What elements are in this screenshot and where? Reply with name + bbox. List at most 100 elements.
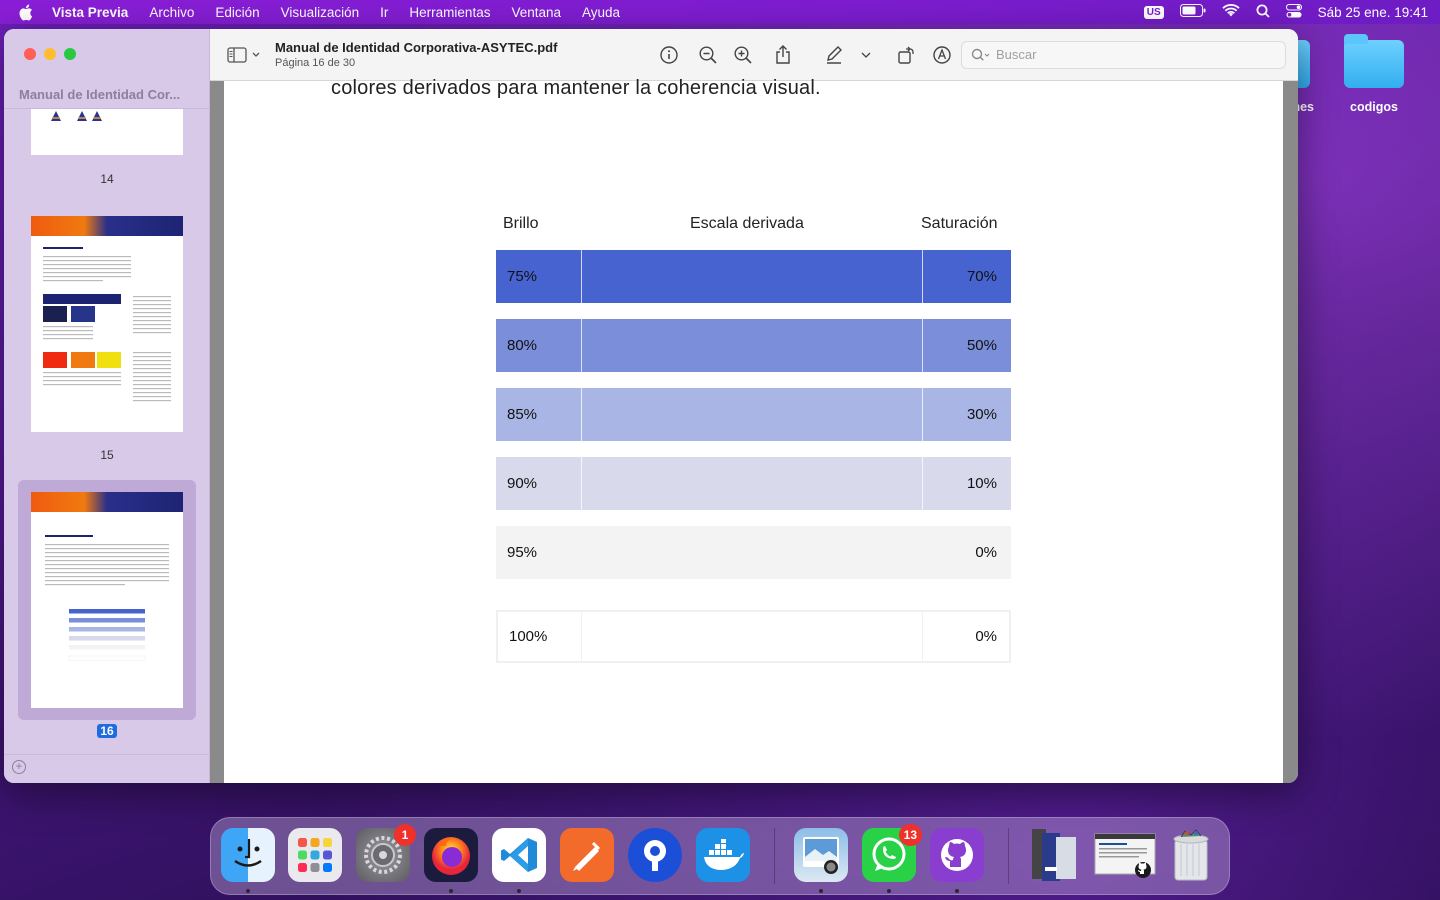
status-area: US Sáb 25 ene. 19:41 — [1143, 0, 1428, 24]
page-number-14: 14 — [100, 172, 114, 186]
table-row: 100% 0% — [496, 610, 1011, 663]
menu-edicion[interactable]: Edición — [215, 5, 259, 20]
folder-icon — [1344, 34, 1404, 88]
page-thumbnail-15[interactable] — [31, 216, 183, 432]
finder-icon[interactable] — [221, 828, 275, 882]
divider — [1008, 828, 1009, 884]
table-row: 90% 10% — [496, 457, 1011, 510]
brightness-cell: 85% — [507, 406, 538, 423]
zoom-button[interactable] — [64, 48, 76, 60]
postman-icon[interactable] — [560, 828, 614, 882]
divider — [581, 388, 582, 441]
saturation-cell: 10% — [966, 475, 997, 492]
color-swatch — [584, 610, 924, 663]
divider — [581, 610, 582, 663]
docker-icon[interactable] — [696, 828, 750, 882]
markup-toolbar-icon[interactable] — [930, 43, 954, 67]
preview-icon[interactable] — [794, 828, 848, 882]
table-row: 75% 70% — [496, 250, 1011, 303]
recent-window-icon[interactable] — [1094, 828, 1156, 882]
saturation-cell: 70% — [966, 268, 997, 285]
zoom-in-icon[interactable] — [731, 43, 755, 67]
running-indicator — [887, 889, 891, 893]
page-thumbnail-16[interactable] — [31, 492, 183, 708]
notification-badge: 1 — [394, 824, 416, 846]
notification-badge: 13 — [898, 824, 922, 846]
system-settings-icon[interactable]: 1 — [356, 824, 416, 882]
thumbnail-preview — [31, 216, 183, 402]
document-title: Manual de Identidad Corporativa-ASYTEC.p… — [275, 40, 558, 55]
desktop-folder-codigos[interactable]: codigos — [1336, 34, 1412, 114]
spotlight-search-icon[interactable] — [1256, 4, 1270, 21]
rotate-icon[interactable] — [894, 43, 918, 67]
running-indicator — [819, 889, 823, 893]
search-field[interactable] — [961, 41, 1286, 69]
markup-pen-icon[interactable] — [822, 43, 846, 67]
preview-window: Manual de Identidad Cor... 14 15 16 + Ma… — [4, 29, 1298, 783]
divider — [4, 754, 210, 755]
menu-app-name[interactable]: Vista Previa — [52, 5, 128, 20]
chevron-down-icon[interactable] — [858, 43, 874, 67]
trash-icon[interactable] — [1164, 828, 1218, 882]
divider — [581, 319, 582, 372]
sidebar-title: Manual de Identidad Cor... — [19, 87, 181, 102]
table-row: 80% 50% — [496, 319, 1011, 372]
table-row: 95% 0% — [496, 526, 1011, 579]
minimize-button[interactable] — [44, 48, 56, 60]
downloads-stack-icon[interactable] — [1026, 828, 1080, 882]
menu-bar: Vista Previa Archivo Edición Visualizaci… — [0, 0, 1440, 24]
running-indicator — [449, 889, 453, 893]
input-source-badge[interactable]: US — [1143, 5, 1164, 19]
sidebar-toggle-icon[interactable] — [226, 43, 266, 67]
zoom-out-icon[interactable] — [696, 43, 720, 67]
github-desktop-icon[interactable] — [930, 828, 984, 882]
divider — [922, 457, 923, 510]
running-indicator — [517, 889, 521, 893]
menu-archivo[interactable]: Archivo — [149, 5, 194, 20]
control-center-icon[interactable] — [1285, 3, 1302, 21]
menu-visualizacion[interactable]: Visualización — [281, 5, 360, 20]
saturation-cell: 0% — [975, 544, 997, 561]
battery-icon[interactable] — [1179, 4, 1206, 20]
share-icon[interactable] — [771, 43, 795, 67]
running-indicator — [246, 889, 250, 893]
thumbnail-preview — [31, 492, 183, 661]
info-icon[interactable] — [657, 43, 681, 67]
proton-pass-icon[interactable] — [628, 828, 682, 882]
search-icon — [971, 48, 991, 67]
add-page-button[interactable]: + — [12, 760, 26, 774]
thumbnail-sidebar: Manual de Identidad Cor... 14 15 16 + — [4, 29, 210, 783]
vscode-icon[interactable] — [492, 828, 546, 882]
thumbnail-preview — [51, 111, 102, 121]
menu-ayuda[interactable]: Ayuda — [582, 5, 620, 20]
whatsapp-icon[interactable]: 13 — [862, 824, 922, 882]
page-thumbnail-14[interactable] — [31, 109, 183, 155]
saturation-cell: 30% — [966, 406, 997, 423]
firefox-icon[interactable] — [424, 828, 478, 882]
divider — [922, 610, 923, 663]
menu-herramientas[interactable]: Herramientas — [409, 5, 490, 20]
menu-ventana[interactable]: Ventana — [511, 5, 561, 20]
brightness-cell: 100% — [509, 628, 548, 645]
toolbar: Manual de Identidad Corporativa-ASYTEC.p… — [210, 29, 1298, 81]
color-swatch — [582, 319, 922, 372]
wifi-icon[interactable] — [1222, 4, 1240, 20]
pdf-page: colores derivados para mantener la coher… — [224, 77, 1283, 783]
page-number-16: 16 — [97, 724, 117, 738]
divider — [774, 828, 775, 884]
divider — [581, 250, 582, 303]
launchpad-icon[interactable] — [288, 828, 342, 882]
menubar-clock[interactable]: Sáb 25 ene. 19:41 — [1318, 5, 1428, 20]
search-input[interactable] — [996, 47, 1276, 62]
apple-menu-icon[interactable] — [18, 3, 36, 21]
page-number-15: 15 — [100, 448, 114, 462]
column-header-saturation: Saturación — [921, 215, 998, 232]
menu-ir[interactable]: Ir — [380, 5, 388, 20]
page-text-line: colores derivados para mantener la coher… — [331, 77, 821, 99]
window-controls — [24, 48, 76, 60]
document-viewport[interactable]: colores derivados para mantener la coher… — [210, 77, 1298, 783]
color-swatch — [582, 250, 922, 303]
saturation-cell: 0% — [975, 628, 997, 645]
table-row: 85% 30% — [496, 388, 1011, 441]
close-button[interactable] — [24, 48, 36, 60]
